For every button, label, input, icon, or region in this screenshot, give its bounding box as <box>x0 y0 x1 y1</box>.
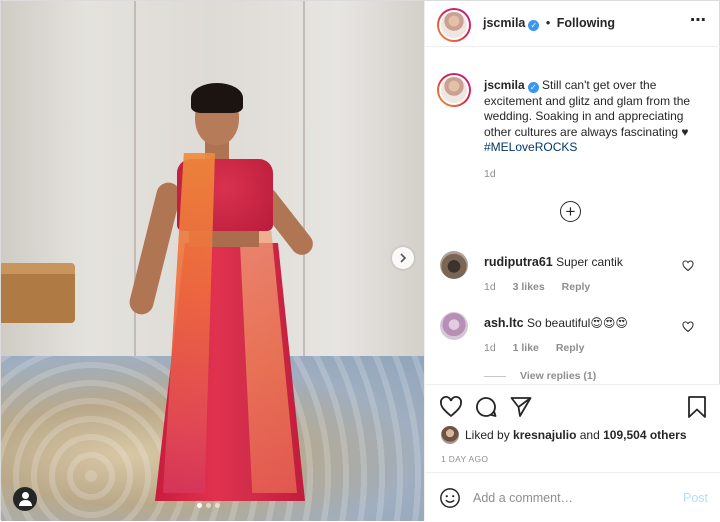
view-replies-label: View replies (1) <box>520 370 597 382</box>
header-text: jscmila ✓ • Following <box>483 16 615 31</box>
carousel-next-button[interactable] <box>392 247 414 269</box>
post-timestamp[interactable]: 1 DAY AGO <box>441 454 488 464</box>
comment-meta: 1d 3 likes Reply <box>484 281 604 293</box>
caption: jscmila ✓ Still can't get over the excite… <box>484 78 704 156</box>
liker-avatar[interactable] <box>441 426 459 444</box>
user-icon <box>21 492 29 499</box>
instagram-post-modal: jscmila ✓ • Following ⋯ jscmila ✓ Still ca… <box>0 0 720 521</box>
carousel-dot <box>197 503 202 508</box>
photo-shelf <box>1 263 75 323</box>
comment-time[interactable]: 1d <box>484 281 496 293</box>
comment-likes[interactable]: 3 likes <box>513 281 545 293</box>
post-sidebar: jscmila ✓ • Following ⋯ jscmila ✓ Still ca… <box>424 1 720 521</box>
comment-input[interactable] <box>473 487 663 509</box>
heart-icon[interactable] <box>682 260 694 272</box>
commenter-avatar[interactable] <box>440 312 468 340</box>
carousel-dot <box>215 503 220 508</box>
load-more-comments-button[interactable]: + <box>560 201 581 222</box>
like-heart-icon[interactable] <box>439 395 463 419</box>
share-plane-icon[interactable] <box>509 395 533 419</box>
comment-body: So beautiful😍😍😍 <box>526 316 628 330</box>
comment-reply-button[interactable]: Reply <box>562 281 591 293</box>
carousel-dot <box>206 503 211 508</box>
view-replies-line <box>484 375 506 377</box>
carousel-indicator <box>197 503 220 508</box>
post-actions-area: Liked by kresnajulio and 109,504 others … <box>425 384 720 521</box>
post-photo[interactable] <box>1 1 424 521</box>
verified-badge-icon: ✓ <box>528 20 540 31</box>
view-replies-button[interactable]: View replies (1) <box>484 370 596 382</box>
caption-hashtag[interactable]: #MELoveROCKS <box>484 140 577 154</box>
comment-reply-button[interactable]: Reply <box>556 342 585 354</box>
bookmark-icon[interactable] <box>685 395 709 419</box>
likes-others[interactable]: 109,504 others <box>603 428 686 442</box>
post-comment-button[interactable]: Post <box>683 491 708 505</box>
comment-likes[interactable]: 1 like <box>513 342 539 354</box>
caption-author-avatar[interactable] <box>437 73 471 107</box>
likes-prefix: Liked by <box>465 428 510 442</box>
tagged-users-button[interactable] <box>13 487 37 511</box>
more-options-icon[interactable]: ⋯ <box>690 13 707 29</box>
commenter-username[interactable]: rudiputra61 <box>484 255 553 269</box>
caption-username[interactable]: jscmila <box>484 78 525 92</box>
commenter-avatar[interactable] <box>440 251 468 279</box>
photo-subject <box>127 81 318 511</box>
author-username[interactable]: jscmila <box>483 16 525 30</box>
likes-connector: and <box>579 428 600 442</box>
following-button[interactable]: Following <box>557 16 615 30</box>
heart-icon[interactable] <box>682 321 694 333</box>
user-icon-body <box>18 500 32 506</box>
verified-badge-icon: ✓ <box>527 82 539 94</box>
author-avatar[interactable] <box>437 8 471 42</box>
comment-meta: 1d 1 like Reply <box>484 342 598 354</box>
comment-text: rudiputra61 Super cantik <box>484 255 623 269</box>
commenter-username[interactable]: ash.ltc <box>484 316 524 330</box>
emoji-smile-icon[interactable] <box>439 487 461 509</box>
comment-body: Super cantik <box>556 255 623 269</box>
comment-text: ash.ltc So beautiful😍😍😍 <box>484 316 628 330</box>
caption-time[interactable]: 1d <box>484 168 496 180</box>
header-separator: • <box>545 16 551 30</box>
comment-bubble-icon[interactable] <box>474 395 498 419</box>
comment-time[interactable]: 1d <box>484 342 496 354</box>
add-comment-bar: Post <box>425 472 720 522</box>
plus-icon: + <box>565 202 576 221</box>
subject-hair <box>191 83 243 113</box>
chevron-right-icon <box>400 253 407 263</box>
likes-summary: Liked by kresnajulio and 109,504 others <box>441 426 687 444</box>
subject-arm <box>127 180 183 317</box>
liker-username[interactable]: kresnajulio <box>513 428 576 442</box>
post-header: jscmila ✓ • Following ⋯ <box>425 1 720 47</box>
